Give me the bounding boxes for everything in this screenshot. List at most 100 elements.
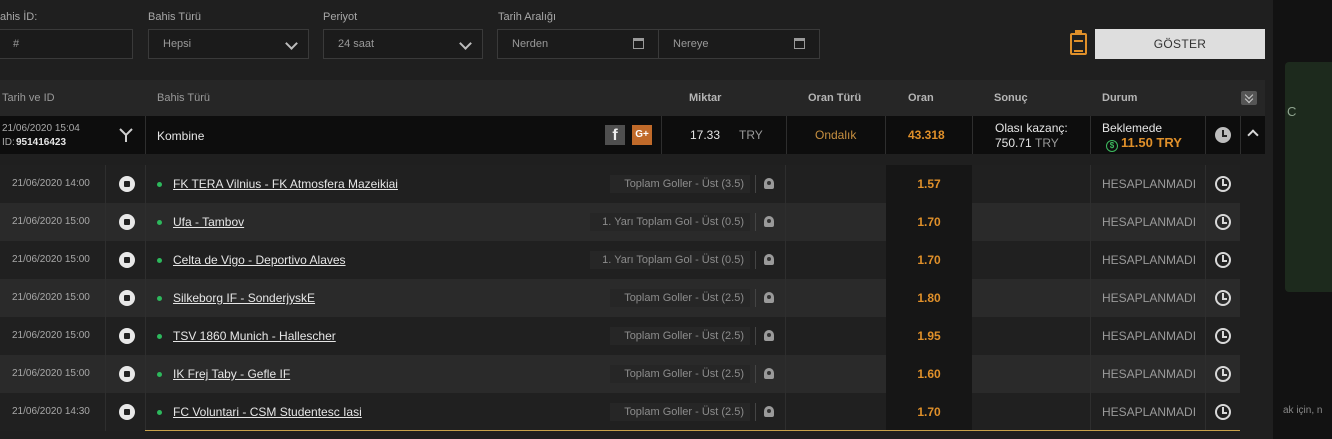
google-plus-share-icon[interactable]: G+ [632,125,652,145]
live-dot [157,258,162,263]
match-link[interactable]: IK Frej Taby - Gefle IF [173,367,290,381]
clock-icon [1215,328,1231,344]
live-dot [157,334,162,339]
bet-type: Kombine [157,129,205,143]
event-row[interactable]: 21/06/2020 15:00 TSV 1860 Munich - Halles… [0,317,1240,355]
possible-win-currency: TRY [1035,136,1059,150]
header-amount: Miktar [689,92,722,104]
event-status: HESAPLANMADI [1102,405,1197,419]
event-date: 21/06/2020 15:00 [12,292,90,303]
bet-datetime: 21/06/2020 15:04 [2,123,80,134]
event-odd: 1.70 [917,215,941,229]
date-from-input[interactable]: Nerden [497,29,659,59]
event-row[interactable]: 21/06/2020 15:00 Ufa - Tambov 1. Yarı Topl… [0,203,1240,241]
event-status: HESAPLANMADI [1102,367,1197,381]
event-date: 21/06/2020 14:30 [12,406,90,417]
period-value: 24 saat [338,38,375,50]
live-dot [157,296,162,301]
date-from-placeholder: Nerden [512,38,549,50]
football-icon [119,214,135,230]
info-pin-icon[interactable] [764,178,774,189]
bet-id-input[interactable]: # [0,29,133,59]
bet-odd: 43.318 [908,128,945,142]
event-date: 21/06/2020 14:00 [12,178,90,189]
header-odd: Oran [908,92,934,104]
football-icon [119,366,135,382]
event-row[interactable]: 21/06/2020 14:30 FC Voluntari - CSM Stude… [0,393,1240,431]
bet-amount: 17.33 [690,128,721,142]
clock-icon [1215,366,1231,382]
info-pin-icon[interactable] [764,406,774,417]
football-icon [119,404,135,420]
event-status: HESAPLANMADI [1102,215,1197,229]
football-icon [119,290,135,306]
collapse-all-icon[interactable] [1241,91,1257,105]
bet-type-label: Bahis Türü [148,11,201,23]
bet-id-caption: ID: [2,137,15,148]
bet-type-value: Hepsi [163,38,192,50]
date-range-label: Tarih Aralığı [498,11,557,23]
cashout-button[interactable]: $11.50 TRY [1106,135,1182,152]
clipboard-icon[interactable] [1070,30,1087,55]
clock-icon [1215,176,1231,192]
bet-row[interactable]: 21/06/2020 15:04 ID: 951416423 Kombine f… [0,116,1265,154]
info-pin-icon[interactable] [764,330,774,341]
show-button[interactable]: GÖSTER [1095,29,1265,59]
event-odd: 1.80 [917,291,941,305]
info-pin-icon[interactable] [764,216,774,227]
market-label: Toplam Goller - Üst (3.5) [610,175,750,193]
info-pin-icon[interactable] [764,254,774,265]
match-link[interactable]: TSV 1860 Munich - Hallescher [173,329,336,343]
clock-icon [1215,290,1231,306]
chevron-down-icon [459,37,472,50]
event-date: 21/06/2020 15:00 [12,330,90,341]
live-dot [157,372,162,377]
event-odd: 1.70 [917,253,941,267]
event-row[interactable]: 21/06/2020 15:00 Celta de Vigo - Deportiv… [0,241,1240,279]
match-link[interactable]: FK TERA Vilnius - FK Atmosfera Mazeikiai [173,177,398,191]
info-pin-icon[interactable] [764,292,774,303]
chevron-down-icon [285,37,298,50]
header-status: Durum [1102,92,1138,104]
match-link[interactable]: Celta de Vigo - Deportivo Alaves [173,253,346,267]
event-row[interactable]: 21/06/2020 14:00 FK TERA Vilnius - FK Atm… [0,165,1240,203]
match-link[interactable]: Silkeborg IF - SonderjyskE [173,291,315,305]
side-letter: C [1287,104,1297,119]
possible-win-value: 750.71 [995,136,1032,150]
market-label: 1. Yarı Toplam Gol - Üst (0.5) [590,251,750,269]
bet-currency: TRY [739,128,763,142]
event-status: HESAPLANMADI [1102,177,1197,191]
event-row[interactable]: 21/06/2020 15:00 IK Frej Taby - Gefle IF T… [0,355,1240,393]
event-row[interactable]: 21/06/2020 15:00 Silkeborg IF - Sonderjys… [0,279,1240,317]
bet-id-label: ahis İD: [0,11,38,23]
match-link[interactable]: Ufa - Tambov [173,215,244,229]
event-date: 21/06/2020 15:00 [12,216,90,227]
football-icon [119,176,135,192]
period-select[interactable]: 24 saat [323,29,483,59]
calendar-icon[interactable] [794,38,805,49]
side-panel: C ak için, n [1273,0,1332,439]
match-link[interactable]: FC Voluntari - CSM Studentesc Iasi [173,405,362,419]
date-to-placeholder: Nereye [673,38,709,50]
possible-win-label: Olası kazanç: [995,121,1068,135]
facebook-share-icon[interactable]: f [605,125,625,145]
header-bet-type: Bahis Türü [157,92,210,104]
info-pin-icon[interactable] [764,368,774,379]
clock-icon [1215,404,1231,420]
date-to-input[interactable]: Nereye [658,29,820,59]
bet-history-panel: ahis İD: # Bahis Türü Hepsi Periyot 24 s… [0,0,1273,439]
event-date: 21/06/2020 15:00 [12,368,90,379]
side-banner [1285,62,1332,292]
bet-type-select[interactable]: Hepsi [148,29,309,59]
event-status: HESAPLANMADI [1102,329,1197,343]
live-dot [157,182,162,187]
bet-status: Beklemede [1102,121,1163,135]
market-label: Toplam Goller - Üst (2.5) [610,289,750,307]
market-label: Toplam Goller - Üst (2.5) [610,403,750,421]
calendar-icon[interactable] [633,38,644,49]
event-date: 21/06/2020 15:00 [12,254,90,265]
live-dot [157,410,162,415]
dollar-icon: $ [1106,140,1118,152]
header-result: Sonuç [994,92,1028,104]
clock-icon [1215,214,1231,230]
